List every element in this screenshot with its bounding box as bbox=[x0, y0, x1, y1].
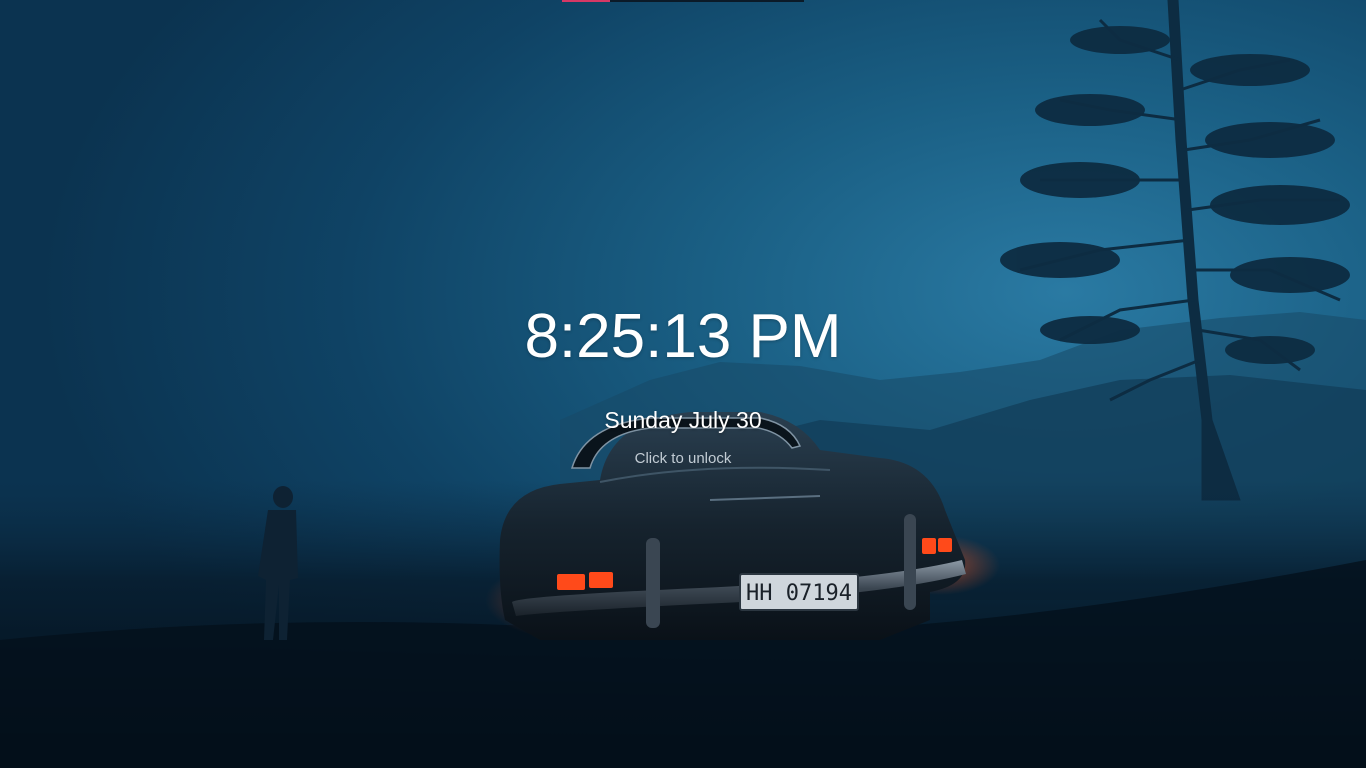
unlock-hint[interactable]: Click to unlock bbox=[0, 449, 1366, 469]
wallpaper-image: HH 07194 bbox=[0, 0, 1366, 768]
clock-panel: 8:25:13 PM bbox=[0, 300, 1366, 374]
unlock-hint-label[interactable]: Click to unlock bbox=[635, 450, 732, 467]
license-plate-text: HH 07194 bbox=[746, 581, 852, 606]
top-progress-bar-accent bbox=[562, 0, 610, 2]
clock-time: 8:25:13 PM bbox=[524, 302, 842, 371]
clock-date: Sunday July 30 bbox=[604, 407, 762, 433]
top-progress-bar bbox=[562, 0, 804, 2]
lock-screen[interactable]: HH 07194 8:25:13 PM Sunday July 30 Click… bbox=[0, 0, 1366, 768]
